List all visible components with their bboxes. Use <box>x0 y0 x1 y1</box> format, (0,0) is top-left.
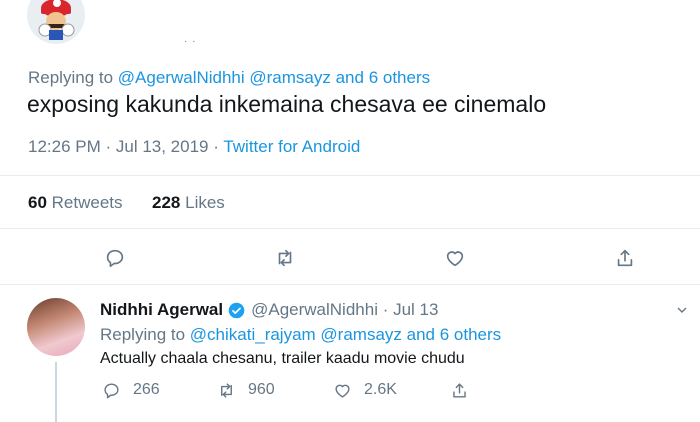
retweets-label: Retweets <box>51 193 123 212</box>
reply-header: Nidhhi Agerwal @AgerwalNidhhi · Jul 13 <box>100 300 438 320</box>
avatar[interactable] <box>27 0 85 44</box>
replying-to-link[interactable]: @AgerwalNidhhi @ramsayz and 6 others <box>118 68 430 87</box>
share-icon <box>453 382 466 398</box>
reply-replying-to-line: Replying to @chikati_rajyam @ramsayz and… <box>100 325 501 345</box>
reply-icon <box>104 382 119 398</box>
retweet-button[interactable] <box>271 244 299 272</box>
reply-reply-button[interactable]: 266 <box>102 379 160 401</box>
reply-tweet-text: Actually chaala chesanu, trailer kaadu m… <box>100 350 465 367</box>
reply-share-button[interactable] <box>450 379 481 401</box>
divider <box>0 228 700 229</box>
reply-retweet-button[interactable]: 960 <box>217 379 275 401</box>
replying-to-link[interactable]: @chikati_rajyam @ramsayz and 6 others <box>190 325 501 344</box>
retweets-count: 60 <box>28 193 47 212</box>
reply-like-button[interactable]: 2.6K <box>333 379 397 401</box>
divider <box>0 175 700 176</box>
display-name[interactable]: Nidhhi Agerwal <box>100 300 223 320</box>
heart-icon <box>446 251 464 267</box>
replying-prefix: Replying to <box>100 325 186 344</box>
tweet-meta: 12:26 PM · Jul 13, 2019 · Twitter for An… <box>28 137 360 157</box>
share-icon <box>617 249 633 267</box>
replying-prefix: Replying to <box>28 68 114 87</box>
retweet-count: 960 <box>248 381 275 398</box>
retweet-icon <box>221 382 232 398</box>
more-options-button[interactable] <box>674 302 690 323</box>
retweet-icon <box>278 249 292 267</box>
reply-avatar[interactable] <box>27 298 85 356</box>
mario-avatar-icon <box>38 0 75 40</box>
thread-line <box>55 362 57 422</box>
tweet-text: exposing kakunda inkemaina chesava ee ci… <box>27 91 547 117</box>
tweet-source-link[interactable]: Twitter for Android <box>223 137 360 156</box>
retweets-stat[interactable]: 60 Retweets <box>28 193 123 212</box>
replying-to-line: Replying to @AgerwalNidhhi @ramsayz and … <box>28 68 430 88</box>
handle-and-date[interactable]: @AgerwalNidhhi · Jul 13 <box>251 300 438 320</box>
chevron-down-icon <box>677 307 687 313</box>
likes-stat[interactable]: 228 Likes <box>152 193 225 212</box>
verified-badge-icon <box>228 302 245 318</box>
reply-icon <box>106 249 124 268</box>
likes-count: 228 <box>152 193 181 212</box>
share-button[interactable] <box>611 244 639 272</box>
tweet-stats: 60 Retweets 228 Likes <box>28 193 225 213</box>
reply-count: 266 <box>133 381 160 398</box>
like-button[interactable] <box>441 244 469 272</box>
reply-button[interactable] <box>101 244 129 272</box>
decorative-dots: · · <box>184 36 197 47</box>
likes-label: Likes <box>185 193 225 212</box>
divider <box>0 284 700 285</box>
like-count: 2.6K <box>364 381 397 398</box>
tweet-timestamp[interactable]: 12:26 PM · Jul 13, 2019 · <box>28 137 223 156</box>
heart-icon <box>335 384 350 398</box>
